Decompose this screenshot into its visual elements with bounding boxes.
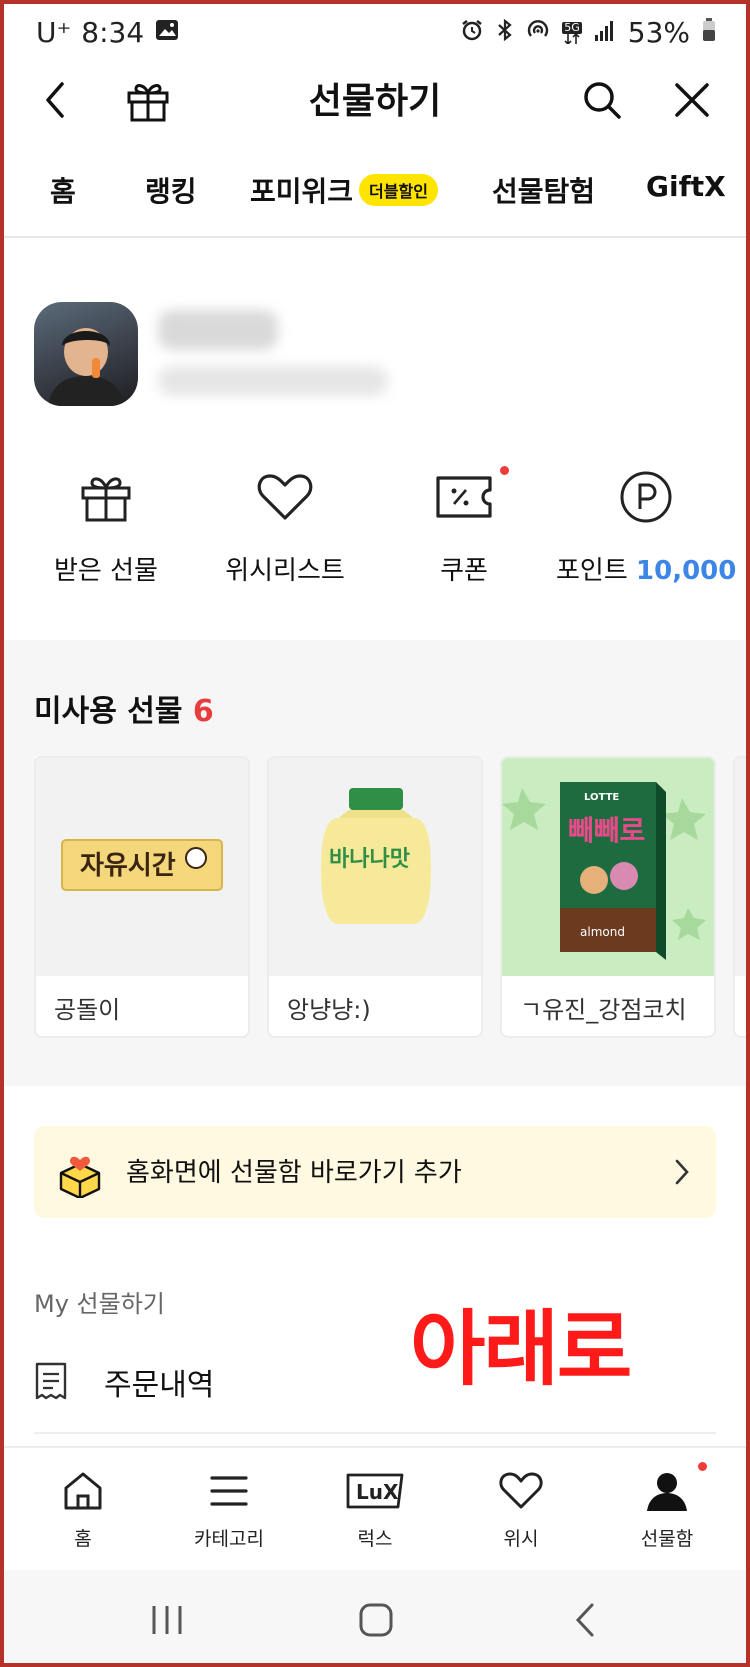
search-button[interactable] (574, 72, 630, 128)
svg-text:빼빼로: 빼빼로 (568, 814, 645, 847)
alarm-icon (460, 16, 484, 49)
gift-box-shortcut-icon (59, 1156, 101, 1198)
carrier-label: U⁺ (36, 16, 72, 49)
gift-card[interactable]: 바나나맛 앙냥냥:) (267, 756, 483, 1038)
svg-text:almond: almond (580, 925, 625, 939)
battery-percent: 53% (627, 16, 690, 49)
product-image: 빼빼로 LOTTE almond (502, 758, 714, 976)
gift-card[interactable]: 자유시간 공돌이 (34, 756, 250, 1038)
system-navigation-bar (0, 1570, 750, 1667)
nav-giftbox[interactable]: 선물함 (602, 1462, 732, 1551)
clock: 8:34 (81, 16, 145, 49)
close-button[interactable] (664, 72, 720, 128)
gallery-notification-icon (154, 16, 180, 49)
tab-gift-explore[interactable]: 선물탐험 (492, 170, 595, 210)
nav-lux-label: 럭스 (357, 1528, 393, 1550)
product-image: 바나나맛 (269, 758, 481, 976)
hotspot-icon (526, 16, 550, 49)
coupon-new-dot (500, 466, 509, 475)
lux-icon: LuX (346, 1473, 404, 1509)
order-history-label: 주문내역 (104, 1368, 215, 1403)
network-5g-icon: 5G (562, 21, 582, 44)
coupon-label: 쿠폰 (440, 556, 488, 586)
close-icon (675, 83, 709, 117)
coupon-button[interactable]: 쿠폰 (374, 462, 554, 587)
svg-text:LuX: LuX (356, 1480, 399, 1504)
gift-card-partial[interactable] (733, 756, 750, 1038)
heart-icon (499, 1472, 543, 1509)
nav-home-label: 홈 (74, 1528, 92, 1550)
profile-name-blurred (158, 310, 278, 350)
page-title: 선물하기 (308, 81, 442, 122)
product-image: 자유시간 (36, 758, 248, 976)
nav-lux[interactable]: LuX 럭스 (310, 1466, 440, 1551)
double-discount-badge: 더블할인 (359, 174, 438, 206)
home-shortcut-banner[interactable]: 홈화면에 선물함 바로가기 추가 (34, 1126, 716, 1218)
home-icon (64, 1472, 102, 1510)
category-tabs: 홈 랭킹 포미위크 더블할인 선물탐험 GiftX (0, 160, 750, 238)
tab-giftx[interactable]: GiftX (646, 170, 726, 203)
banner-text: 홈화면에 선물함 바로가기 추가 (126, 1158, 462, 1188)
tab-home[interactable]: 홈 (50, 170, 76, 210)
nav-giftbox-label: 선물함 (640, 1528, 694, 1550)
unused-gifts-count: 6 (192, 694, 214, 729)
nav-category-label: 카테고리 (194, 1528, 264, 1550)
menu-icon (210, 1476, 248, 1506)
bluetooth-icon (496, 16, 514, 49)
avatar[interactable] (34, 302, 138, 406)
my-section-title: My 선물하기 (34, 1290, 165, 1318)
svg-text:LOTTE: LOTTE (584, 792, 619, 803)
received-gifts-label: 받은 선물 (54, 556, 158, 586)
system-back-icon[interactable] (574, 1602, 596, 1638)
nav-wish-label: 위시 (503, 1528, 539, 1550)
svg-text:바나나맛: 바나나맛 (329, 847, 410, 872)
chevron-right-icon (675, 1159, 689, 1185)
tab-formeweek[interactable]: 포미위크 더블할인 (250, 170, 438, 210)
svg-text:자유시간: 자유시간 (80, 851, 176, 881)
status-bar: U⁺ 8:34 5G 53% (0, 0, 750, 68)
receipt-icon (35, 1362, 67, 1400)
wishlist-label: 위시리스트 (225, 556, 345, 586)
home-circle-icon[interactable] (358, 1602, 394, 1638)
battery-icon (702, 16, 716, 49)
giftbox-new-dot (698, 1462, 707, 1471)
tab-ranking[interactable]: 랭킹 (145, 170, 197, 210)
unused-gifts-title: 미사용 선물 6 (34, 694, 214, 729)
sender-name: ㄱ유진_강점코치 (520, 996, 687, 1024)
heart-icon (257, 474, 313, 520)
order-history-item[interactable]: 주문내역 (34, 1350, 716, 1434)
sender-name: 공돌이 (54, 996, 121, 1024)
gift-icon (81, 477, 131, 522)
profile-subtext-blurred (158, 366, 388, 396)
received-gifts-button[interactable]: 받은 선물 (16, 462, 196, 587)
point-icon (620, 471, 672, 523)
nav-category[interactable]: 카테고리 (164, 1466, 294, 1551)
signal-icon (594, 16, 616, 49)
nav-wish[interactable]: 위시 (456, 1466, 586, 1551)
nav-home[interactable]: 홈 (18, 1466, 148, 1551)
gift-card[interactable]: 빼빼로 LOTTE almond ㄱ유진_강점코치 (500, 756, 716, 1038)
person-icon (647, 1473, 687, 1511)
product-image (735, 758, 750, 976)
point-label: 포인트 (556, 556, 628, 586)
sender-name: 앙냥냥:) (287, 996, 371, 1024)
wishlist-button[interactable]: 위시리스트 (195, 462, 375, 587)
bottom-navigation: 홈 카테고리 LuX 럭스 위시 선물함 (0, 1446, 750, 1570)
search-icon (584, 82, 621, 119)
point-button[interactable]: 포인트 10,000 (556, 462, 736, 587)
recent-apps-icon[interactable] (150, 1604, 184, 1636)
point-value: 10,000 (636, 556, 737, 586)
coupon-icon (436, 476, 492, 518)
